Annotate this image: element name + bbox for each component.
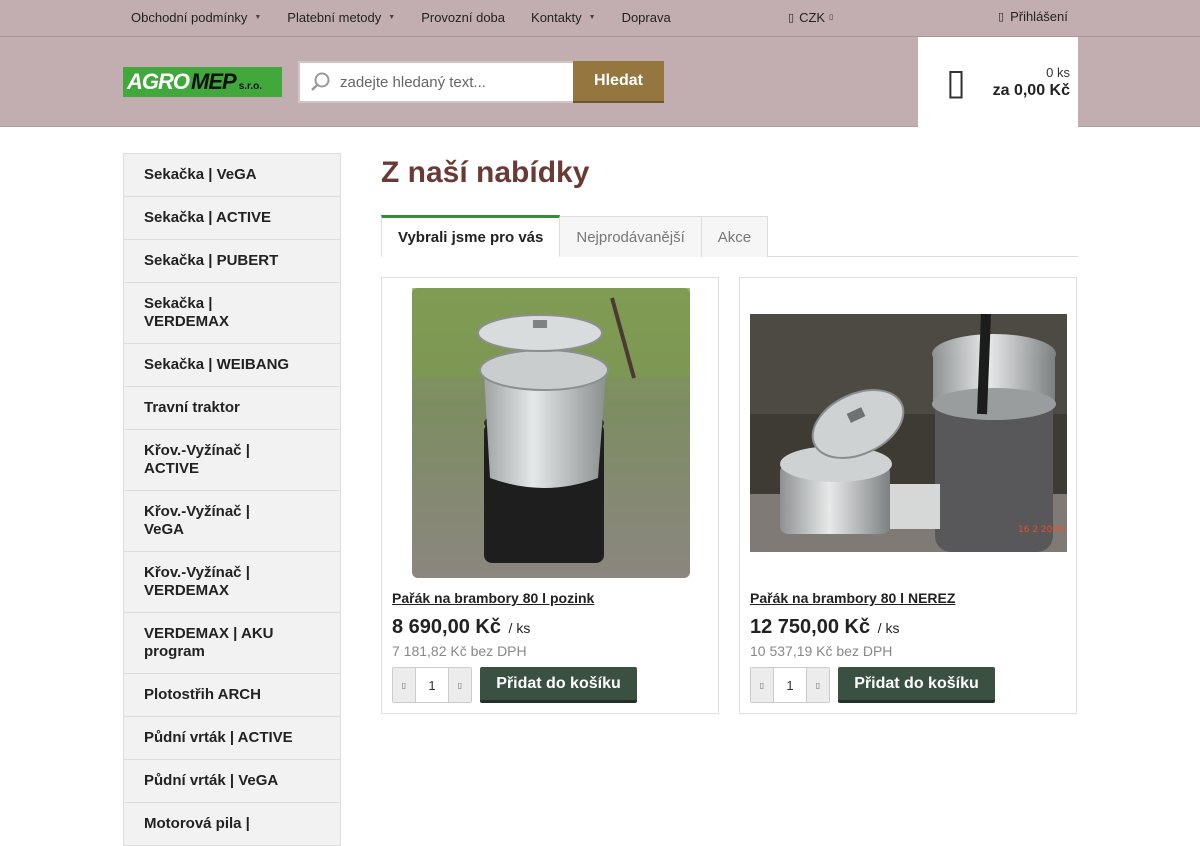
sidebar-item-pudni-vrtak-vega[interactable]: Půdní vrták | VeGA xyxy=(124,760,340,803)
chevron-down-icon: ▼ xyxy=(588,14,596,21)
quantity-stepper: ▯ 1 ▯ xyxy=(392,667,472,703)
product-tabs: Vybrali jsme pro vás Nejprodávanější Akc… xyxy=(381,215,1078,257)
currency-label: CZK xyxy=(799,10,826,25)
sidebar-item-label: Sekačka | VERDEMAX xyxy=(144,295,230,330)
logo-suffix: s.r.o. xyxy=(238,80,263,92)
top-nav: Obchodní podmínky ▼ Platební metody ▼ Prov… xyxy=(118,0,684,36)
top-bar: Obchodní podmínky ▼ Platební metody ▼ Prov… xyxy=(0,0,1200,37)
quantity-input[interactable]: 1 xyxy=(415,668,449,702)
sidebar-item-travni-traktor[interactable]: Travní traktor xyxy=(124,387,340,430)
currency-selector[interactable]: ▯ CZK ▯ xyxy=(788,0,833,36)
sidebar-item-krov-verdemax[interactable]: Křov.-Vyžínač | VERDEMAX xyxy=(124,552,340,613)
increase-button[interactable]: ▯ xyxy=(807,668,829,702)
category-sidebar: Sekačka | VeGA Sekačka | ACTIVE Sekačka … xyxy=(123,153,341,846)
sidebar-item-label: Sekačka | WEIBANG xyxy=(144,356,290,373)
cart-widget[interactable]: ▯ 0 ks za 0,00 Kč xyxy=(918,37,1078,127)
chevron-down-icon: ▼ xyxy=(254,14,262,21)
sidebar-item-pudni-vrtak-active[interactable]: Půdní vrták | ACTIVE xyxy=(124,717,340,760)
product-card: Pařák na brambory 80 l pozink 8 690,00 K… xyxy=(381,277,719,714)
topnav-item-label: Provozní doba xyxy=(421,10,506,25)
price-unit: / ks xyxy=(508,620,531,636)
user-icon: ▯ xyxy=(998,11,1005,23)
price-value: 8 690,00 Kč xyxy=(392,616,501,638)
cart-total: za 0,00 Kč xyxy=(992,81,1070,99)
cart-count: 0 ks xyxy=(1046,64,1070,80)
sidebar-item-plotostrih-arch[interactable]: Plotostřih ARCH xyxy=(124,674,340,717)
topnav-item-label: Kontakty xyxy=(531,10,582,25)
price-value: 12 750,00 Kč xyxy=(750,616,871,638)
sidebar-item-label: Půdní vrták | VeGA xyxy=(144,772,279,789)
sidebar-item-label: Travní traktor xyxy=(144,399,240,416)
add-to-cart-button[interactable]: Přidat do košíku xyxy=(480,667,637,703)
sidebar-item-sekacka-pubert[interactable]: Sekačka | PUBERT xyxy=(124,240,340,283)
search-button[interactable]: Hledat xyxy=(573,61,664,103)
product-price-net: 10 537,19 Kč bez DPH xyxy=(750,643,893,659)
sidebar-item-motorova-pila[interactable]: Motorová pila | xyxy=(124,803,340,846)
quantity-stepper: ▯ 1 ▯ xyxy=(750,667,830,703)
chevron-down-icon: ▼ xyxy=(388,14,396,21)
product-card: 16 2 2008 Pařák na brambory 80 l NEREZ 1… xyxy=(739,277,1077,714)
product-price-net: 7 181,82 Kč bez DPH xyxy=(392,643,527,659)
product-price: 8 690,00 Kč / ks xyxy=(392,616,530,639)
topnav-item-label: Doprava xyxy=(621,10,671,25)
search-form: Hledat xyxy=(298,61,664,103)
sidebar-item-label: Křov.-Vyžínač | VERDEMAX xyxy=(144,564,250,599)
product-name-link[interactable]: Pařák na brambory 80 l NEREZ xyxy=(750,590,955,606)
sidebar-item-krov-active[interactable]: Křov.-Vyžínač | ACTIVE xyxy=(124,430,340,491)
sidebar-item-sekacka-weibang[interactable]: Sekačka | WEIBANG xyxy=(124,344,340,387)
sidebar-item-krov-vega[interactable]: Křov.-Vyžínač | VeGA xyxy=(124,491,340,552)
sidebar-item-sekacka-vega[interactable]: Sekačka | VeGA xyxy=(124,154,340,197)
sidebar-item-label: Plotostřih ARCH xyxy=(144,686,261,703)
header: AGRO MEP s.r.o. Hledat ▯ 0 ks za 0,00 Kč xyxy=(0,37,1200,127)
sidebar-item-sekacka-verdemax[interactable]: Sekačka | VERDEMAX xyxy=(124,283,340,344)
topnav-item-label: Platební metody xyxy=(287,10,382,25)
tab-sale[interactable]: Akce xyxy=(701,216,769,257)
topnav-item-payment[interactable]: Platební metody ▼ xyxy=(274,0,408,36)
tab-bestsellers[interactable]: Nejprodávanější xyxy=(560,216,702,257)
sidebar-item-label: Křov.-Vyžínač | VeGA xyxy=(144,503,250,538)
increase-button[interactable]: ▯ xyxy=(449,668,471,702)
logo-text-agro: AGRO xyxy=(127,69,190,94)
chevron-down-icon: ▯ xyxy=(829,14,833,21)
sidebar-item-verdemax-aku[interactable]: VERDEMAX | AKU program xyxy=(124,613,340,674)
sidebar-item-label: Sekačka | PUBERT xyxy=(144,252,279,269)
decrease-button[interactable]: ▯ xyxy=(393,668,415,702)
sidebar-item-label: Motorová pila | xyxy=(144,815,250,832)
product-price: 12 750,00 Kč / ks xyxy=(750,616,899,639)
topnav-item-hours[interactable]: Provozní doba xyxy=(408,0,518,36)
sidebar-item-label: Sekačka | VeGA xyxy=(144,166,257,183)
product-image[interactable]: 16 2 2008 xyxy=(750,288,1067,578)
decrease-button[interactable]: ▯ xyxy=(751,668,773,702)
sidebar-item-label: VERDEMAX | AKU program xyxy=(144,625,274,660)
logo-text-mep: MEP xyxy=(191,69,237,94)
cart-icon: ▯ xyxy=(946,61,966,102)
product-name-link[interactable]: Pařák na brambory 80 l pozink xyxy=(392,590,594,606)
cart-info: 0 ks za 0,00 Kč xyxy=(990,65,1070,100)
sidebar-item-label: Sekačka | ACTIVE xyxy=(144,209,272,226)
sidebar-item-label: Křov.-Vyžínač | ACTIVE xyxy=(144,442,250,477)
login-label: Přihlášení xyxy=(1010,9,1068,24)
price-unit: / ks xyxy=(877,620,900,636)
money-icon: ▯ xyxy=(788,12,795,24)
search-icon xyxy=(300,71,340,93)
topnav-item-shipping[interactable]: Doprava xyxy=(609,0,684,36)
topnav-item-contacts[interactable]: Kontakty ▼ xyxy=(518,0,609,36)
svg-text:16 2 2008: 16 2 2008 xyxy=(1018,525,1064,535)
search-input[interactable] xyxy=(340,73,565,91)
tab-recommended[interactable]: Vybrali jsme pro vás xyxy=(381,215,561,257)
login-link[interactable]: ▯ Přihlášení xyxy=(998,0,1068,34)
quantity-input[interactable]: 1 xyxy=(773,668,807,702)
topnav-item-terms[interactable]: Obchodní podmínky ▼ xyxy=(118,0,274,36)
product-image[interactable] xyxy=(392,288,709,578)
search-field xyxy=(298,61,573,103)
logo[interactable]: AGRO MEP s.r.o. xyxy=(123,67,282,97)
sidebar-item-sekacka-active[interactable]: Sekačka | ACTIVE xyxy=(124,197,340,240)
page-title: Z naší nabídky xyxy=(381,156,590,189)
topnav-item-label: Obchodní podmínky xyxy=(131,10,248,25)
add-to-cart-button[interactable]: Přidat do košíku xyxy=(838,667,995,703)
sidebar-item-label: Půdní vrták | ACTIVE xyxy=(144,729,293,746)
